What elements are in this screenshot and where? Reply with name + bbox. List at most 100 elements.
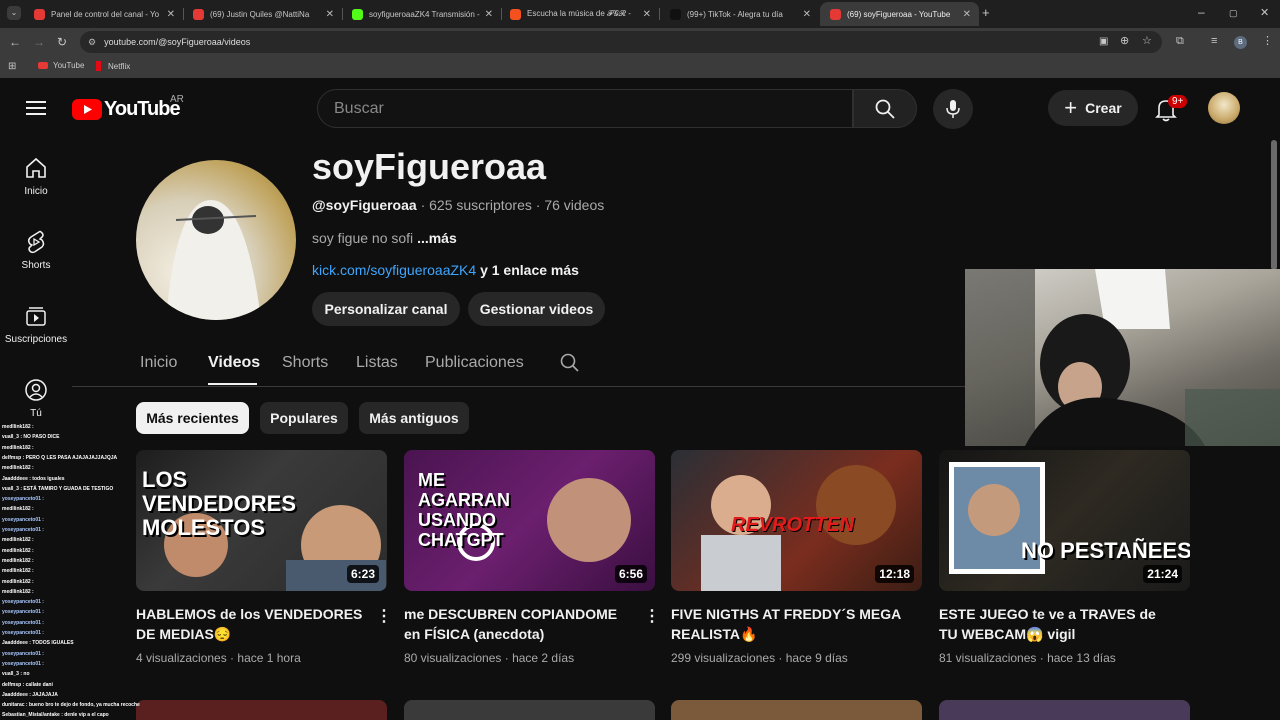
reading-list-icon[interactable]: ≡ bbox=[1211, 35, 1217, 47]
chat-message: medllink182 : bbox=[2, 424, 34, 430]
bookmark-star-icon[interactable]: ☆ bbox=[1142, 35, 1152, 47]
channel-link[interactable]: kick.com/soyfigueroaaZK4 bbox=[312, 262, 476, 278]
chip-populares[interactable]: Populares bbox=[260, 402, 348, 434]
video-meta: 81 visualizaciones · hace 13 días bbox=[939, 651, 1116, 665]
channel-search-icon[interactable] bbox=[560, 353, 580, 378]
menu-icon[interactable]: ⋮ bbox=[1262, 35, 1273, 47]
chat-message: vuall_3 : NO PASO DICE bbox=[2, 434, 60, 441]
tab-favicon-icon bbox=[510, 8, 521, 20]
close-tab-icon[interactable]: ✕ bbox=[167, 9, 175, 20]
video-meta: 299 visualizaciones · hace 9 días bbox=[671, 651, 848, 665]
tab-favicon-icon bbox=[830, 8, 841, 20]
chip-mas-antiguos[interactable]: Más antiguos bbox=[359, 402, 469, 434]
tab-publicaciones[interactable]: Publicaciones bbox=[425, 354, 524, 372]
video-thumbnail[interactable] bbox=[671, 700, 922, 720]
more-links[interactable]: y 1 enlace más bbox=[480, 262, 579, 278]
video-duration: 6:23 bbox=[346, 565, 379, 583]
cast-icon[interactable]: ▣ bbox=[1099, 36, 1108, 48]
video-thumbnail[interactable]: REVROTTEN 12:18 bbox=[671, 450, 922, 591]
hamburger-menu-icon[interactable] bbox=[26, 100, 46, 116]
maximize-icon[interactable]: ▢ bbox=[1229, 7, 1238, 19]
voice-search-button[interactable] bbox=[933, 89, 973, 129]
customize-channel-button[interactable]: Personalizar canal bbox=[312, 292, 460, 326]
video-thumbnail[interactable]: ME AGARRAN USANDO CHATGPT 6:56 bbox=[404, 450, 655, 591]
video-title[interactable]: me DESCUBREN COPIANDOME en FÍSICA (anecd… bbox=[404, 604, 634, 644]
bookmark-netflix[interactable]: Netflix bbox=[96, 61, 130, 71]
subscriber-count: 625 suscriptores bbox=[429, 197, 532, 213]
tab-title: (69) soyFigueroaa - YouTube bbox=[847, 9, 951, 19]
video-thumbnail[interactable] bbox=[404, 700, 655, 720]
nav-subscriptions[interactable]: Suscripciones bbox=[0, 304, 72, 345]
close-tab-icon[interactable]: ✕ bbox=[963, 9, 971, 20]
chat-message: yoseypanceto01 : bbox=[2, 619, 44, 626]
description-more[interactable]: ...más bbox=[417, 230, 457, 246]
home-icon bbox=[26, 157, 46, 178]
reload-icon[interactable]: ↻ bbox=[57, 36, 67, 48]
nav-you[interactable]: Tú bbox=[0, 378, 72, 419]
create-button[interactable]: + Crear bbox=[1048, 90, 1138, 126]
address-bar[interactable]: ⚙ youtube.com/@soyFigueroaa/videos bbox=[80, 31, 1162, 53]
you-icon bbox=[25, 379, 47, 401]
close-tab-icon[interactable]: ✕ bbox=[803, 9, 811, 20]
video-thumbnail[interactable]: NO PESTAÑEES 21:24 bbox=[939, 450, 1190, 591]
close-tab-icon[interactable]: ✕ bbox=[643, 9, 651, 20]
tab-videos[interactable]: Videos bbox=[208, 354, 260, 372]
channel-description[interactable]: soy figue no sofi ...más bbox=[312, 230, 457, 246]
notification-badge: 9+ bbox=[1168, 95, 1188, 108]
video-duration: 12:18 bbox=[875, 565, 914, 583]
video-duration: 6:56 bbox=[614, 565, 647, 583]
selected-tab-underline bbox=[208, 383, 257, 385]
tab-listas[interactable]: Listas bbox=[356, 354, 398, 372]
account-avatar[interactable] bbox=[1208, 92, 1240, 124]
youtube-logo[interactable]: YouTube bbox=[72, 98, 181, 121]
video-title[interactable]: FIVE NIGTHS AT FREDDY´S MEGA REALISTA🔥 bbox=[671, 604, 901, 644]
chat-message: vuall_3 : ESTÁ TAMIRO Y GUADA DE TESTIGO bbox=[2, 485, 114, 492]
video-menu-icon[interactable]: ⋮ bbox=[644, 606, 660, 626]
url-text: youtube.com/@soyFigueroaa/videos bbox=[104, 37, 251, 47]
nav-shorts[interactable]: Shorts bbox=[0, 230, 72, 271]
forward-icon[interactable]: → bbox=[33, 36, 45, 48]
close-window-icon[interactable]: ✕ bbox=[1260, 7, 1269, 19]
chat-message: Sebastian_Mistal/antake : denle vip a el… bbox=[2, 712, 109, 719]
back-icon[interactable]: ← bbox=[9, 36, 21, 48]
page-scrollbar[interactable] bbox=[1271, 140, 1277, 270]
close-tab-icon[interactable]: ✕ bbox=[485, 9, 493, 20]
profile-avatar[interactable]: B bbox=[1234, 36, 1247, 49]
tab-search-icon[interactable]: ⌄ bbox=[7, 6, 21, 20]
browser-tab[interactable]: (69) soyFigueroaa - YouTube ✕ bbox=[820, 2, 979, 26]
close-tab-icon[interactable]: ✕ bbox=[326, 9, 334, 20]
video-duration: 21:24 bbox=[1143, 565, 1182, 583]
video-title[interactable]: ESTE JUEGO te ve a TRAVES de TU WEBCAM😱 … bbox=[939, 604, 1169, 644]
chat-message: medllink182 : bbox=[2, 568, 34, 575]
channel-links: kick.com/soyfigueroaaZK4 y 1 enlace más bbox=[312, 262, 579, 278]
tab-shorts[interactable]: Shorts bbox=[282, 354, 328, 372]
video-thumbnail[interactable] bbox=[939, 700, 1190, 720]
extensions-icon[interactable]: ⧉ bbox=[1176, 35, 1184, 47]
browser-tab[interactable]: (69) Justin Quiles @NattiNa ✕ bbox=[183, 2, 342, 26]
chat-message: yoseypanceto01 : bbox=[2, 650, 44, 657]
tab-title: (99+) TikTok - Alegra tu día bbox=[687, 9, 783, 19]
bookmark-youtube[interactable]: YouTube bbox=[38, 61, 84, 70]
new-tab-icon[interactable]: + bbox=[982, 6, 990, 19]
channel-avatar[interactable] bbox=[136, 160, 296, 320]
tab-inicio[interactable]: Inicio bbox=[140, 354, 177, 372]
bookmarks-bar: ⊞ YouTube Netflix bbox=[0, 56, 1280, 78]
subscriptions-icon bbox=[26, 307, 46, 326]
apps-icon[interactable]: ⊞ bbox=[8, 61, 16, 73]
site-info-icon[interactable]: ⚙ bbox=[88, 37, 96, 48]
nav-home[interactable]: Inicio bbox=[0, 156, 72, 197]
search-input[interactable]: Buscar bbox=[317, 89, 853, 128]
browser-tab[interactable]: Escucha la música de 𝓕𝓖𝓡 - ✕ bbox=[500, 2, 659, 26]
browser-tab[interactable]: soyfigueroaaZK4 Transmisión - ✕ bbox=[342, 2, 501, 26]
video-menu-icon[interactable]: ⋮ bbox=[376, 606, 392, 626]
channel-meta: @soyFigueroaa · 625 suscriptores · 76 vi… bbox=[312, 197, 605, 213]
chat-message: yoseypanceto01 : bbox=[2, 660, 44, 667]
manage-videos-button[interactable]: Gestionar videos bbox=[468, 292, 605, 326]
zoom-icon[interactable]: ⊕ bbox=[1120, 35, 1129, 47]
chat-message: medllink182 : bbox=[2, 547, 34, 554]
browser-tab[interactable]: Panel de control del canal - Yo ✕ bbox=[24, 2, 183, 26]
chat-message: medllink182 : bbox=[2, 537, 34, 544]
search-button[interactable] bbox=[853, 89, 917, 128]
minimize-icon[interactable]: – bbox=[1198, 6, 1205, 18]
browser-tab[interactable]: (99+) TikTok - Alegra tu día ✕ bbox=[660, 2, 819, 26]
